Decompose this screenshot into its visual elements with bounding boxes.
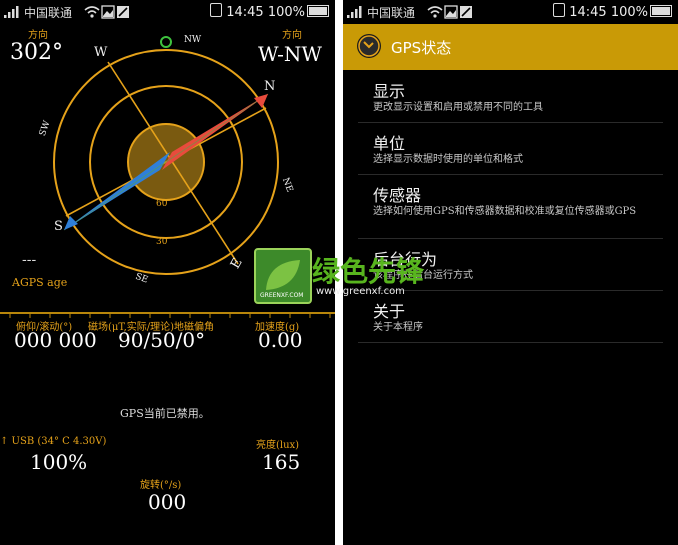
acceleration-value: 0.00: [258, 328, 303, 352]
app-icon[interactable]: [357, 34, 381, 58]
compass-label-w: W: [94, 45, 108, 60]
status-right: 14:45 100%: [553, 3, 672, 20]
watermark-logo: GREENXF.COM: [254, 248, 312, 304]
agps-label: AGPS age: [12, 276, 68, 289]
compass-label-n: N: [264, 79, 275, 94]
satellite-marker-icon: [160, 36, 172, 48]
compass-label-s: S: [54, 219, 63, 234]
carrier-name: 中国联通: [24, 6, 73, 20]
ring-label-30: 30: [156, 237, 168, 247]
pitch-roll-value: 000 000: [14, 328, 97, 352]
menu-item-subtitle: 选择显示数据时使用的单位和格式: [373, 154, 523, 165]
battery-icon: [307, 5, 329, 17]
menu-item-title: 传感器: [373, 186, 422, 205]
battery-value: 100%: [30, 450, 88, 474]
magnetic-value: 90/50/0°: [118, 328, 206, 352]
rotation-label: 旋转(°/s): [140, 480, 182, 491]
menu-item-title: 单位: [373, 134, 406, 153]
status-bar: 中国联通 14:45 100%: [0, 0, 335, 24]
notification-icons: [427, 5, 472, 19]
clock: 14:45: [226, 5, 264, 20]
clock: 14:45: [569, 5, 607, 20]
menu-item-display[interactable]: 显示 更改显示设置和启用或禁用不同的工具: [358, 70, 663, 123]
direction-label: 方向: [282, 30, 302, 41]
signal-icon: [347, 6, 362, 18]
leaf-icon: GREENXF.COM: [260, 260, 303, 299]
menu-item-units[interactable]: 单位 选择显示数据时使用的单位和格式: [358, 122, 663, 175]
signal-icon: [4, 6, 19, 18]
menu-item-title: 关于: [373, 302, 406, 321]
battery-percent: 100%: [267, 5, 305, 20]
compass-label-nw: NW: [184, 35, 202, 45]
menu-item-sensors[interactable]: 传感器 选择如何使用GPS和传感器数据和校准或复位传感器或GPS: [358, 174, 663, 239]
menu-item-title: 显示: [373, 82, 406, 101]
direction-value: W-NW: [258, 42, 322, 66]
menu-item-subtitle: 更改显示设置和启用或禁用不同的工具: [373, 102, 543, 113]
compass-label-ne: NE: [280, 177, 294, 194]
app-title: GPS状态: [391, 39, 452, 57]
heading-value: 302°: [10, 40, 63, 65]
watermark-url: www.greenxf.com: [316, 286, 405, 297]
phone-icon: [553, 3, 566, 17]
app-bar: GPS状态: [343, 24, 678, 70]
notification-icons: [84, 5, 129, 19]
status-right: 14:45 100%: [210, 3, 329, 20]
agps-value: ---: [22, 252, 37, 268]
heading-label: 方向: [28, 30, 48, 41]
compass-label-e: E: [228, 256, 246, 272]
menu-item-subtitle: 关于本程序: [373, 322, 423, 333]
brightness-value: 165: [262, 450, 301, 474]
battery-percent: 100%: [610, 5, 648, 20]
brightness-label: 亮度(lux): [256, 440, 300, 451]
ring-label-60: 60: [156, 199, 168, 209]
rotation-value: 000: [148, 490, 187, 514]
satellite-icon: [358, 35, 380, 57]
battery-label: ↑ USB (34° C 4.30V): [0, 436, 107, 447]
battery-icon: [650, 5, 672, 17]
menu-item-subtitle: 选择如何使用GPS和传感器数据和校准或复位传感器或GPS: [373, 206, 637, 217]
compass-label-se: SE: [134, 272, 149, 286]
status-bar: 中国联通 14:45 100%: [343, 0, 678, 24]
phone-icon: [210, 3, 223, 17]
watermark-brand: 绿色先锋: [312, 255, 425, 288]
gps-disabled-message: GPS当前已禁用。: [120, 407, 210, 420]
carrier-name: 中国联通: [367, 6, 416, 20]
compass-label-sw: SW: [38, 119, 53, 138]
watermark-logo-text: GREENXF.COM: [260, 292, 303, 299]
menu-item-about[interactable]: 关于 关于本程序: [358, 290, 663, 343]
